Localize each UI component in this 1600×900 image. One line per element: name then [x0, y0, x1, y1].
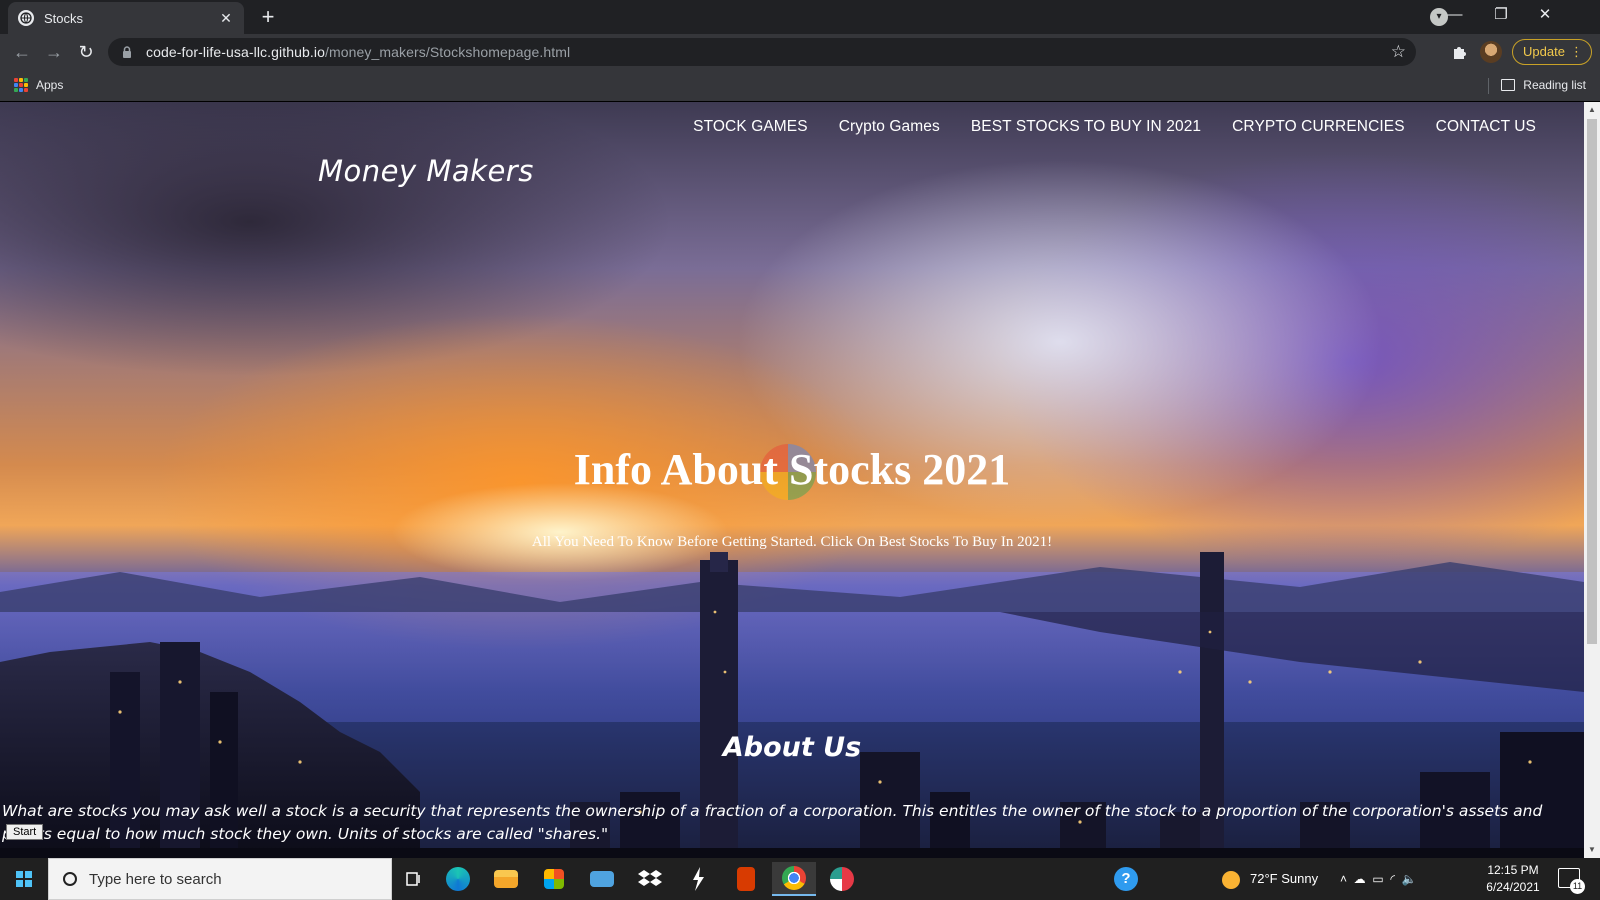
menu-dots-icon: ⋮	[1570, 44, 1583, 59]
browser-tab[interactable]: Stocks ✕	[8, 2, 244, 34]
task-view-icon[interactable]	[392, 862, 436, 896]
reading-list-icon	[1501, 79, 1516, 91]
file-explorer-icon[interactable]	[484, 862, 528, 896]
app-icon[interactable]	[676, 862, 720, 896]
site-logo-text[interactable]: Money Makers	[318, 154, 534, 188]
reload-button[interactable]: ↻	[74, 40, 98, 64]
reading-list-label: Reading list	[1523, 78, 1586, 92]
clock-time: 12:15 PM	[1487, 863, 1539, 877]
bookmarks-bar: Apps Reading list	[0, 70, 1600, 102]
search-placeholder: Type here to search	[89, 870, 222, 888]
start-button[interactable]	[0, 858, 48, 900]
scroll-up-arrow-icon[interactable]: ▲	[1584, 102, 1600, 118]
profile-avatar[interactable]	[1480, 41, 1502, 63]
taskbar-clock[interactable]: 12:15 PM 6/24/2021	[1480, 862, 1546, 896]
notification-icon[interactable]: 11	[1558, 868, 1585, 894]
browser-toolbar: ← → ↻ code-for-life-usa-llc.github.io/mo…	[0, 34, 1600, 70]
nav-stock-games[interactable]: STOCK GAMES	[693, 118, 808, 136]
page-scrollbar[interactable]: ▲ ▼	[1584, 102, 1600, 858]
weather-widget[interactable]: 72°F Sunny	[1222, 858, 1318, 900]
chrome-icon[interactable]	[772, 862, 816, 896]
update-button[interactable]: Update ⋮	[1512, 39, 1592, 65]
weather-sun-icon	[1222, 870, 1240, 889]
page-viewport: STOCK GAMES Crypto Games BEST STOCKS TO …	[0, 102, 1584, 858]
lock-icon	[123, 46, 131, 58]
nav-contact-us[interactable]: CONTACT US	[1436, 118, 1536, 136]
tab-title: Stocks	[44, 10, 84, 26]
office-icon[interactable]	[724, 862, 768, 896]
tab-close-icon[interactable]: ✕	[218, 10, 234, 26]
url-text: code-for-life-usa-llc.github.io/money_ma…	[146, 44, 571, 60]
system-tray-icons[interactable]: ˄ ☁ ▭ ◜ 🔈	[1340, 858, 1417, 900]
nav-crypto-currencies[interactable]: CRYPTO CURRENCIES	[1232, 118, 1405, 136]
main-nav: STOCK GAMES Crypto Games BEST STOCKS TO …	[693, 118, 1536, 136]
address-bar[interactable]: code-for-life-usa-llc.github.io/money_ma…	[108, 38, 1416, 66]
scroll-down-arrow-icon[interactable]: ▼	[1584, 842, 1600, 858]
minimize-button[interactable]: —	[1432, 0, 1478, 34]
dropbox-icon[interactable]	[628, 862, 672, 896]
app-badge-icon[interactable]	[820, 862, 864, 896]
taskbar-search-box[interactable]: Type here to search	[48, 858, 392, 900]
apps-label: Apps	[36, 78, 64, 92]
close-window-button[interactable]: ✕	[1522, 0, 1568, 34]
windows-logo-icon	[16, 871, 32, 887]
hero-subtitle: All You Need To Know Before Getting Star…	[531, 534, 1053, 550]
reading-list-button[interactable]: Reading list	[1501, 78, 1586, 92]
edge-icon[interactable]	[436, 862, 480, 896]
puzzle-icon[interactable]	[1450, 42, 1470, 62]
hero-title: Info About Stocks 2021	[573, 445, 1011, 494]
bookmarks-divider	[1488, 78, 1489, 94]
nav-best-stocks[interactable]: BEST STOCKS TO BUY IN 2021	[971, 118, 1201, 136]
about-paragraph: What are stocks you may ask well a stock…	[2, 802, 1543, 843]
nav-crypto-games[interactable]: Crypto Games	[839, 118, 940, 136]
notification-count: 11	[1570, 879, 1585, 894]
store-icon[interactable]	[532, 862, 576, 896]
back-button[interactable]: ←	[10, 40, 34, 64]
search-icon	[63, 872, 77, 886]
scroll-thumb[interactable]	[1587, 119, 1597, 644]
forward-button[interactable]: →	[42, 40, 66, 64]
apps-grid-icon	[14, 78, 28, 92]
bookmark-star-icon[interactable]: ☆	[1391, 42, 1406, 62]
mail-icon[interactable]	[580, 862, 624, 896]
tab-strip: Stocks ✕ + ▾ — ❐ ✕	[0, 0, 1600, 34]
about-heading: About Us	[722, 732, 862, 763]
globe-icon	[18, 10, 34, 26]
help-icon[interactable]: ?	[1104, 862, 1148, 896]
new-tab-button[interactable]: +	[256, 6, 280, 30]
start-tooltip: Start	[6, 824, 44, 840]
clock-date: 6/24/2021	[1486, 880, 1540, 894]
windows-taskbar: Type here to search ? 72°F Sunny ˄ ☁ ▭ ◜…	[0, 858, 1600, 900]
apps-shortcut[interactable]: Apps	[14, 78, 63, 92]
restore-button[interactable]: ❐	[1478, 0, 1524, 34]
